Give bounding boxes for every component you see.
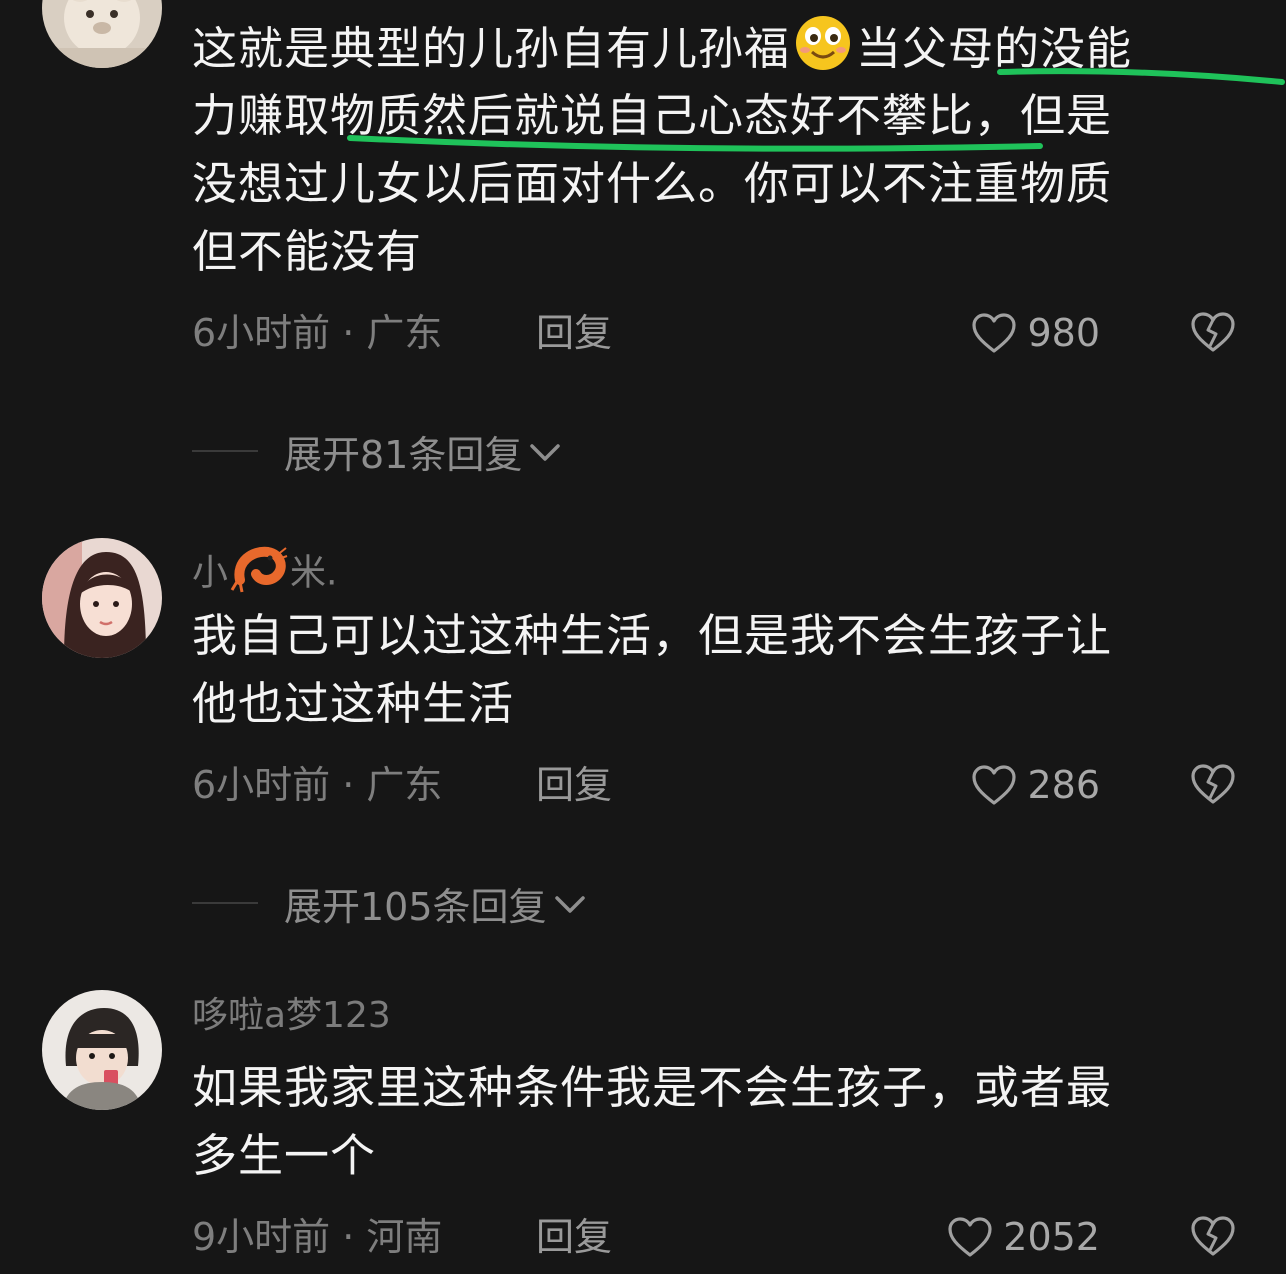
broken-heart-icon	[1191, 1216, 1235, 1256]
expand-replies-label: 展开105条回复	[284, 884, 547, 929]
chevron-down-icon	[528, 429, 562, 473]
chevron-down-icon	[553, 881, 587, 925]
comment-2-line-1: 我自己可以过这种生活，但是我不会生孩子让	[192, 609, 1113, 662]
comment-2-meta: 6小时前 · 广东 回复 286	[192, 760, 1252, 810]
avatar-child[interactable]	[42, 990, 162, 1110]
like-count: 980	[1027, 311, 1100, 355]
username-suffix: 米.	[290, 552, 338, 594]
like-button[interactable]: 980	[971, 308, 1100, 358]
avatar-girl[interactable]	[42, 538, 162, 658]
avatar-teddy-bear[interactable]	[42, 0, 162, 68]
divider-dash	[192, 902, 258, 904]
comment-1-line-1a: 这就是典型的儿孙自有儿孙福	[192, 22, 791, 75]
broken-heart-icon	[1191, 312, 1235, 352]
comment-2-line-2: 他也过这种生活	[192, 677, 515, 730]
like-count: 2052	[1003, 1215, 1100, 1259]
heart-outline-icon	[972, 313, 1017, 353]
shrimp-emoji-icon	[230, 544, 288, 605]
comment-3-username[interactable]: 哆啦a梦123	[192, 994, 391, 1038]
reply-button[interactable]: 回复	[536, 308, 612, 358]
heart-outline-icon	[948, 1217, 992, 1257]
heart-outline-icon	[972, 765, 1017, 805]
reply-button[interactable]: 回复	[536, 760, 612, 810]
highlight-underline-1	[997, 68, 1285, 85]
comment-time-location: 9小时前 · 河南	[192, 1215, 443, 1259]
comment-3-meta: 9小时前 · 河南 回复 2052	[192, 1212, 1252, 1262]
broken-heart-icon	[1191, 764, 1235, 804]
comment-time-location: 6小时前 · 广东	[192, 763, 443, 807]
comment-time-location: 6小时前 · 广东	[192, 311, 443, 355]
dislike-button[interactable]	[1190, 1214, 1236, 1270]
comment-2-username[interactable]: 小 米.	[192, 544, 337, 605]
expand-replies-button[interactable]: 展开105条回复	[192, 878, 587, 929]
smiling-emoji-icon	[792, 14, 854, 91]
highlight-underline-2	[347, 135, 1043, 152]
dislike-button[interactable]	[1190, 310, 1236, 366]
like-count: 286	[1027, 763, 1100, 807]
comment-3-text: 如果我家里这种条件我是不会生孩子，或者最 多生一个	[192, 1054, 1252, 1190]
expand-replies-button[interactable]: 展开81条回复	[192, 426, 562, 477]
username-prefix: 小	[192, 552, 229, 594]
like-button[interactable]: 286	[971, 760, 1100, 810]
expand-replies-label: 展开81条回复	[284, 432, 523, 477]
comment-1-meta: 6小时前 · 广东 回复 980	[192, 308, 1252, 358]
reply-button[interactable]: 回复	[536, 1212, 612, 1262]
comment-3-line-1: 如果我家里这种条件我是不会生孩子，或者最	[192, 1061, 1113, 1114]
dislike-button[interactable]	[1190, 762, 1236, 818]
comment-1-line-4: 但不能没有	[192, 225, 423, 278]
comment-3-line-2: 多生一个	[192, 1129, 377, 1182]
like-button[interactable]: 2052	[947, 1212, 1100, 1262]
divider-dash	[192, 450, 258, 452]
comment-2-text: 我自己可以过这种生活，但是我不会生孩子让 他也过这种生活	[192, 602, 1252, 738]
